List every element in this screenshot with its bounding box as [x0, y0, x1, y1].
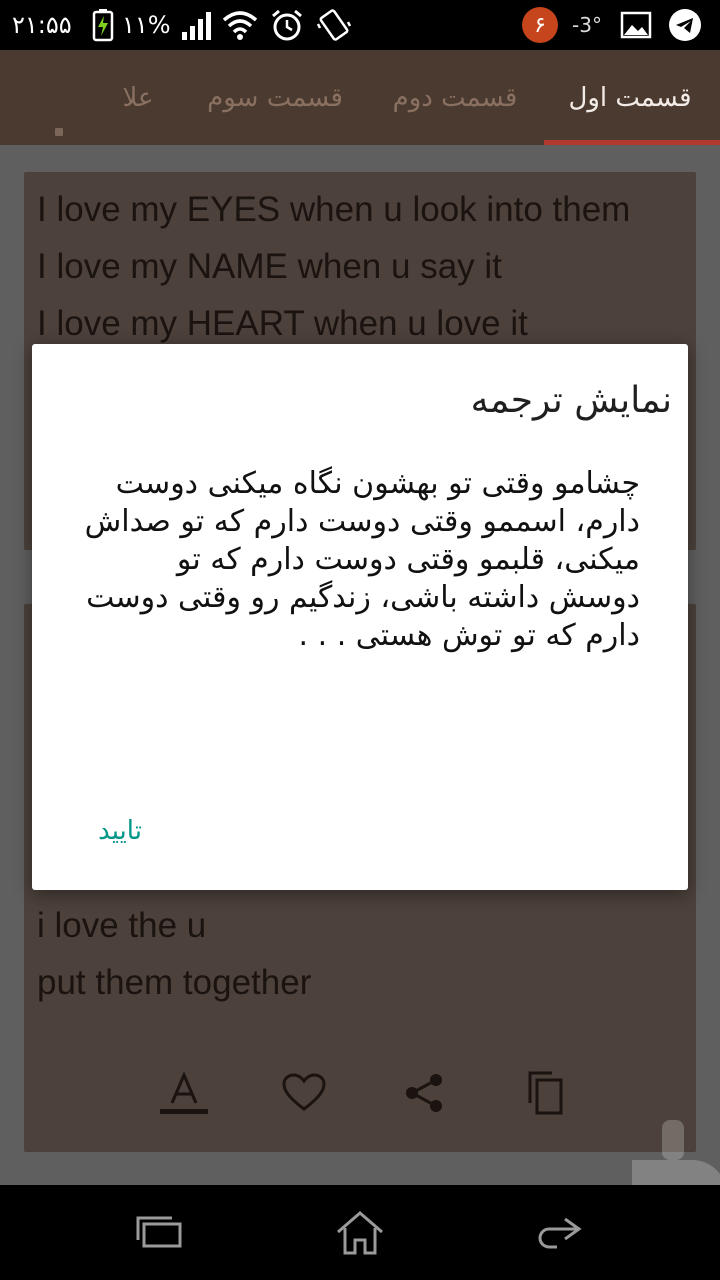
card-text-line: i love the u	[37, 906, 207, 945]
signal-icon	[180, 0, 214, 50]
card-text-line: I love my HEART when u love it	[37, 304, 528, 343]
card-text-line: I love my EYES when u look into them	[37, 190, 631, 229]
card-text-line: put them together	[37, 963, 312, 1002]
heart-icon[interactable]	[274, 1065, 334, 1120]
battery-percent: ۱۱%	[122, 11, 171, 39]
recent-apps-icon[interactable]	[110, 1185, 210, 1280]
font-size-icon[interactable]	[154, 1065, 214, 1120]
confirm-button[interactable]: تایید	[75, 800, 165, 862]
copy-icon[interactable]	[514, 1065, 574, 1120]
alarm-icon	[270, 0, 304, 50]
home-icon[interactable]	[310, 1185, 410, 1280]
dialog-title: نمایش ترجمه	[470, 380, 672, 421]
tab-3[interactable]: علا	[100, 50, 176, 145]
wifi-icon	[222, 0, 258, 50]
tab-2[interactable]: قسمت سوم	[195, 50, 355, 145]
status-time: ۲۱:۵۵	[12, 11, 72, 39]
status-bar: ۲۱:۵۵ ۱۱% ۶ -3°	[0, 0, 720, 50]
back-icon[interactable]	[510, 1185, 610, 1280]
battery-charging-icon	[92, 0, 114, 50]
share-icon[interactable]	[394, 1065, 454, 1120]
tab-bar: علا قسمت سوم قسمت دوم قسمت اول	[0, 50, 720, 170]
vibrate-icon	[316, 0, 352, 50]
temperature: -3°	[572, 13, 602, 37]
tab-1[interactable]: قسمت دوم	[380, 50, 530, 145]
telegram-icon	[668, 0, 702, 50]
notification-badge: ۶	[522, 0, 558, 50]
image-icon	[620, 0, 652, 50]
card-text-line: I love my NAME when u say it	[37, 247, 502, 286]
tab-0[interactable]: قسمت اول	[550, 50, 710, 145]
dialog-message: چشامو وقتی تو بهشون نگاه میکنی دوست دارم…	[84, 466, 640, 653]
nav-bar	[0, 1185, 720, 1280]
